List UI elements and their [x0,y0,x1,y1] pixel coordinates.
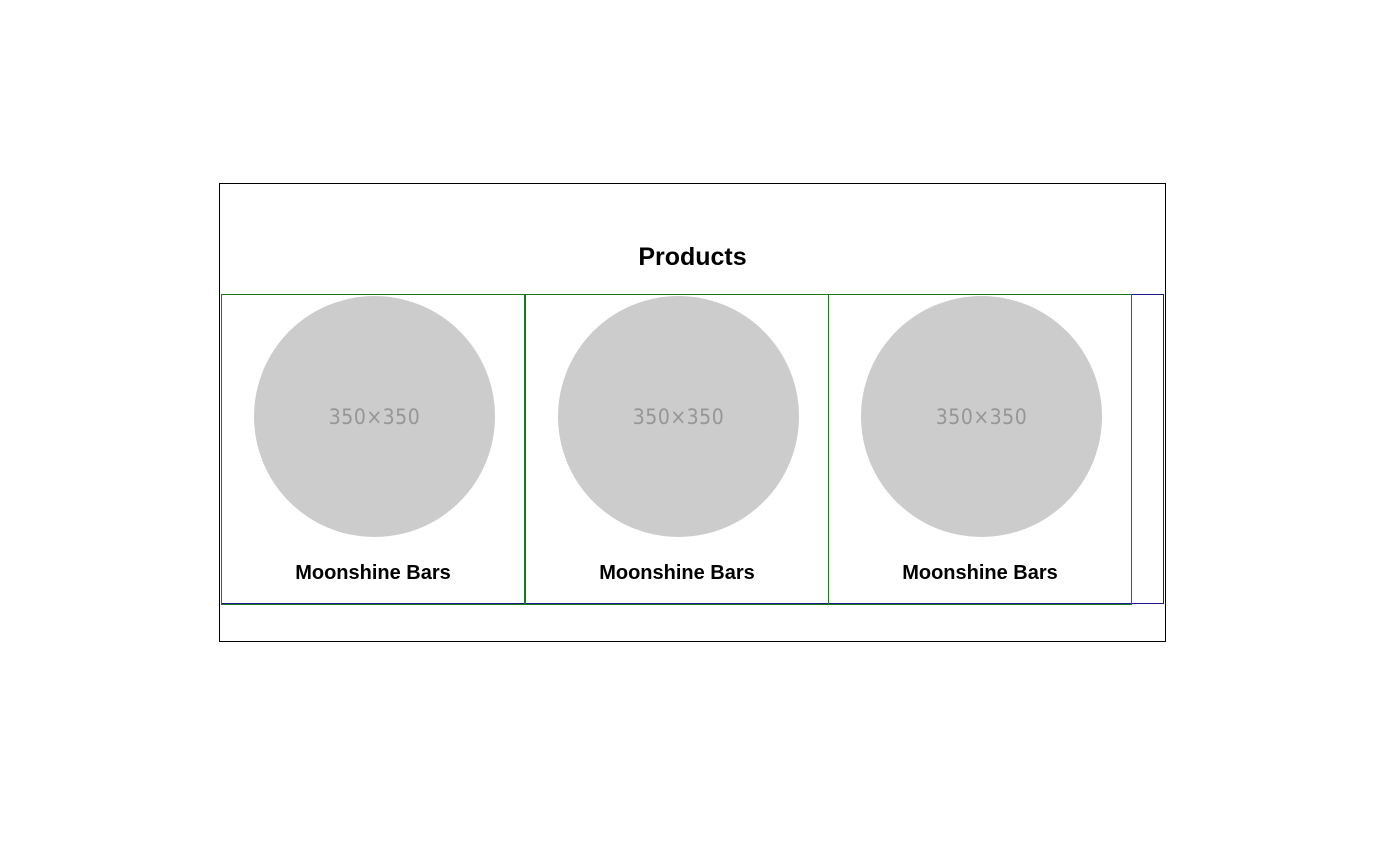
product-name: Moonshine Bars [295,562,451,584]
product-card[interactable]: 350×350 Moonshine Bars [828,294,1132,605]
section-title: Products [638,243,747,271]
products-section: Products 350×350 Moonshine Bars 350×350 … [219,183,1166,642]
placeholder-size-label: 350×350 [935,404,1028,429]
placeholder-size-label: 350×350 [328,404,421,429]
product-image-placeholder: 350×350 [254,296,495,537]
product-name: Moonshine Bars [599,562,755,584]
product-image-placeholder: 350×350 [861,296,1102,537]
product-image-placeholder: 350×350 [558,296,799,537]
product-name: Moonshine Bars [902,562,1058,584]
placeholder-size-label: 350×350 [632,404,725,429]
product-card[interactable]: 350×350 Moonshine Bars [221,294,525,605]
product-card[interactable]: 350×350 Moonshine Bars [525,294,829,605]
product-row: 350×350 Moonshine Bars 350×350 Moonshine… [221,294,1164,605]
